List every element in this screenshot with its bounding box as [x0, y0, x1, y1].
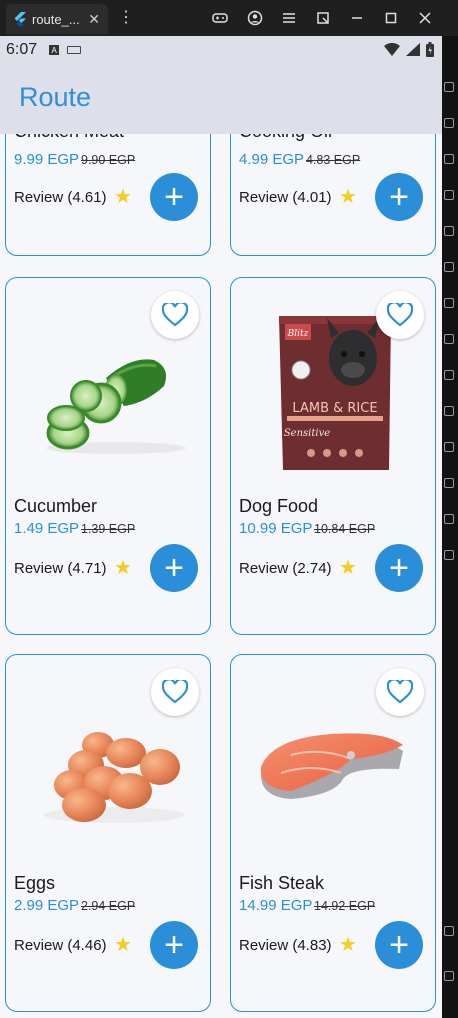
- add-to-cart-button[interactable]: +: [150, 544, 198, 592]
- a-icon: A: [49, 45, 60, 55]
- star-icon: ★: [114, 186, 132, 208]
- product-price: 14.99 EGP: [239, 897, 313, 914]
- product-card[interactable]: Eggs 2.99 EGP 2.94 EGP Review (4.46) ★ +: [5, 654, 211, 1012]
- add-to-cart-button[interactable]: +: [150, 173, 198, 221]
- product-grid[interactable]: Chicken Meat 9.99 EGP 9.90 EGP Review (4…: [0, 134, 442, 1018]
- product-old-price: 1.39 EGP: [81, 522, 136, 536]
- toolbar-button[interactable]: [444, 478, 454, 488]
- hamburger-menu-icon[interactable]: [280, 9, 298, 27]
- favorite-button[interactable]: [376, 291, 424, 339]
- product-name: Fish Steak: [239, 873, 325, 893]
- toolbar-button[interactable]: [444, 442, 454, 452]
- tab-title: route_...: [32, 11, 80, 27]
- product-old-price: 14.92 EGP: [314, 899, 376, 913]
- product-name: Cucumber: [14, 496, 98, 516]
- star-icon: ★: [339, 557, 357, 579]
- account-icon[interactable]: [246, 9, 264, 27]
- favorite-button[interactable]: [151, 291, 199, 339]
- star-icon: ★: [114, 934, 132, 956]
- product-name: Eggs: [14, 873, 56, 893]
- toolbar-button[interactable]: [444, 926, 454, 936]
- toolbar-button[interactable]: [444, 262, 454, 272]
- add-to-cart-button[interactable]: +: [375, 173, 423, 221]
- product-card[interactable]: Blitz LAMB & RICE Sensitive Dog Food 10.…: [230, 277, 436, 635]
- gamepad-icon[interactable]: [211, 9, 229, 27]
- add-to-cart-button[interactable]: +: [375, 921, 423, 969]
- product-name: Dog Food: [239, 496, 319, 516]
- star-icon: ★: [339, 934, 357, 956]
- emulator-title-bar: route_... ✕ ⋮: [0, 0, 458, 36]
- toolbar-button[interactable]: [444, 514, 454, 524]
- product-price: 1.49 EGP: [14, 520, 80, 537]
- toolbar-button[interactable]: [444, 298, 454, 308]
- star-icon: ★: [339, 186, 357, 208]
- wifi-icon: [384, 43, 400, 56]
- product-old-price: 9.90 EGP: [81, 153, 136, 167]
- product-old-price: 10.84 EGP: [314, 522, 376, 536]
- product-name: Cooking Oil: [239, 134, 332, 142]
- heart-icon: [162, 680, 188, 704]
- toolbar-button[interactable]: [444, 334, 454, 344]
- toolbar-button[interactable]: [444, 118, 454, 128]
- heart-icon: [387, 680, 413, 704]
- toolbar-button[interactable]: [444, 154, 454, 164]
- product-price: 2.99 EGP: [14, 897, 80, 914]
- product-old-price: 2.94 EGP: [81, 899, 136, 913]
- product-price: 10.99 EGP: [239, 520, 313, 537]
- toolbar-button[interactable]: [444, 550, 454, 560]
- maximize-icon[interactable]: [382, 9, 400, 27]
- product-old-price: 4.83 EGP: [306, 153, 361, 167]
- tab-close-icon[interactable]: ✕: [88, 11, 100, 28]
- heart-icon: [162, 303, 188, 327]
- heart-icon: [387, 303, 413, 327]
- product-name: Chicken Meat: [14, 134, 124, 142]
- add-to-cart-button[interactable]: +: [375, 544, 423, 592]
- flutter-icon: [14, 12, 26, 26]
- product-card[interactable]: Cucumber 1.49 EGP 1.39 EGP Review (4.71)…: [5, 277, 211, 635]
- favorite-button[interactable]: [151, 668, 199, 716]
- product-price: 4.99 EGP: [239, 151, 305, 168]
- toolbar-button[interactable]: [444, 190, 454, 200]
- toolbar-button[interactable]: [444, 82, 454, 92]
- page-title: Route: [19, 82, 92, 112]
- product-review: Review (4.61): [14, 189, 107, 206]
- emulator-tab[interactable]: route_... ✕: [6, 4, 108, 34]
- product-price: 9.99 EGP: [14, 151, 80, 168]
- product-card[interactable]: Chicken Meat 9.99 EGP 9.90 EGP Review (4…: [5, 134, 211, 256]
- keyboard-icon: [67, 46, 82, 54]
- toolbar-button[interactable]: [444, 226, 454, 236]
- product-review: Review (2.74): [239, 560, 332, 577]
- product-review: Review (4.01): [239, 189, 332, 206]
- product-review: Review (4.83): [239, 937, 332, 954]
- star-icon: ★: [114, 557, 132, 579]
- toolbar-button[interactable]: [444, 971, 454, 981]
- pack-brand: Blitz: [287, 329, 309, 339]
- product-card[interactable]: Cooking Oil 4.99 EGP 4.83 EGP Review (4.…: [230, 134, 436, 256]
- pack-title: LAMB & RICE: [292, 401, 377, 416]
- status-bar: 6:07 A: [0, 36, 442, 64]
- minimize-icon[interactable]: [348, 9, 366, 27]
- app-bar: Route: [0, 64, 442, 134]
- emulator-side-toolbar: [442, 36, 458, 1018]
- product-card[interactable]: Fish Steak 14.99 EGP 14.92 EGP Review (4…: [230, 654, 436, 1012]
- battery-icon: [426, 42, 434, 57]
- status-time: 6:07: [6, 41, 38, 58]
- window-close-icon[interactable]: [416, 9, 434, 27]
- add-to-cart-button[interactable]: +: [150, 921, 198, 969]
- phone-screen: 6:07 A Route Chicken Meat 9.99 EGP 9.90 …: [0, 36, 442, 1018]
- product-review: Review (4.71): [14, 560, 107, 577]
- pack-subtitle: Sensitive: [284, 428, 330, 439]
- signal-icon: [406, 43, 420, 56]
- toolbar-button[interactable]: [444, 406, 454, 416]
- favorite-button[interactable]: [376, 668, 424, 716]
- screen-rotate-icon[interactable]: [314, 9, 332, 27]
- product-review: Review (4.46): [14, 937, 107, 954]
- more-menu-icon[interactable]: ⋮: [118, 9, 134, 27]
- toolbar-button[interactable]: [444, 370, 454, 380]
